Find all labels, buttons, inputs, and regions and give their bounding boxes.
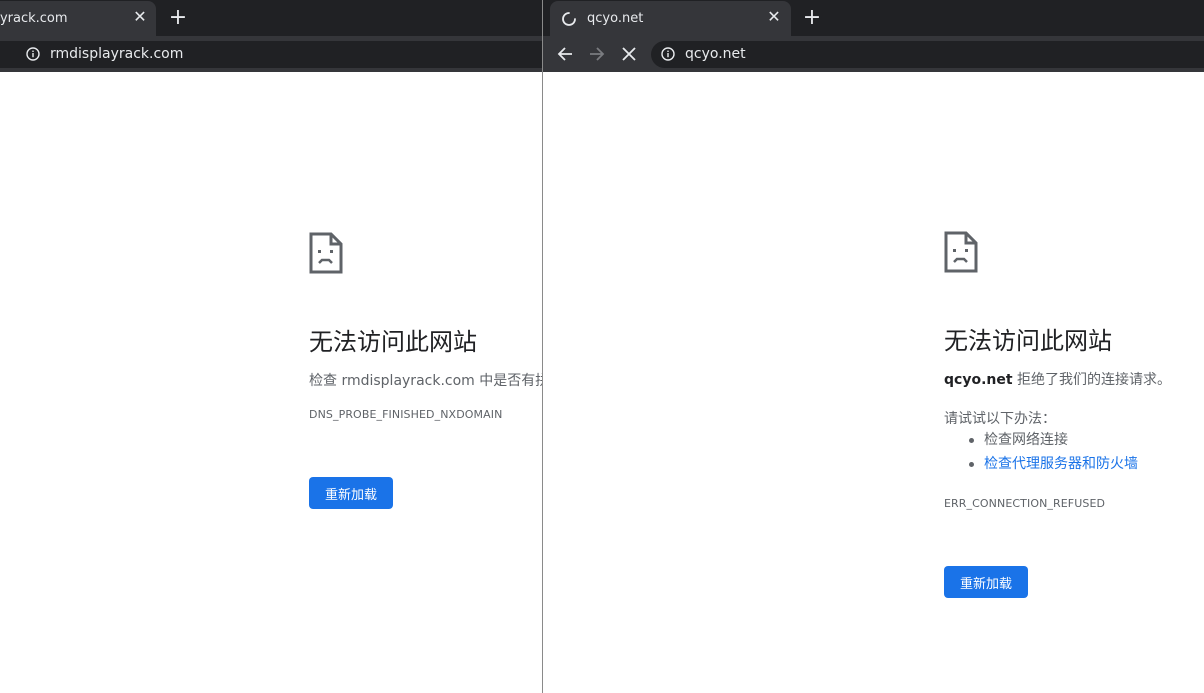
tab-qcyo[interactable]: qcyo.net ✕	[550, 1, 791, 36]
error-description: qcyo.net 拒绝了我们的连接请求。	[944, 369, 1171, 389]
right-browser-window: qcyo.net ✕ + qcyo.net 无法访问此网站 qcyo.net 拒…	[543, 0, 1204, 693]
info-icon[interactable]	[661, 47, 675, 61]
url-text: qcyo.net	[685, 46, 746, 62]
error-host: qcyo.net	[944, 372, 1013, 388]
error-message: 拒绝了我们的连接请求。	[1012, 372, 1171, 388]
stop-button[interactable]	[617, 42, 641, 66]
suggestion-check-network: 检查网络连接	[984, 432, 1068, 448]
list-item: 检查网络连接	[944, 428, 1138, 452]
sad-page-icon	[309, 232, 343, 274]
suggestions-list: 检查网络连接 检查代理服务器和防火墙	[944, 428, 1138, 476]
error-heading: 无法访问此网站	[309, 328, 477, 356]
new-tab-icon[interactable]: +	[801, 7, 823, 29]
url-text: rmdisplayrack.com	[50, 46, 184, 62]
list-item[interactable]: 检查代理服务器和防火墙	[944, 452, 1138, 476]
reload-button[interactable]: 重新加载	[944, 566, 1028, 598]
error-code: ERR_CONNECTION_REFUSED	[944, 497, 1106, 510]
close-icon[interactable]: ✕	[765, 8, 783, 26]
suggestions-title: 请试试以下办法：	[944, 411, 1056, 427]
reload-button[interactable]: 重新加载	[309, 477, 393, 509]
sad-page-icon	[944, 231, 978, 273]
back-button[interactable]	[553, 42, 577, 66]
loading-spinner-icon	[562, 12, 576, 26]
toolbar: rmdisplayrack.com	[0, 36, 542, 72]
toolbar: qcyo.net	[543, 36, 1204, 72]
tab-strip: qcyo.net ✕ +	[543, 0, 1204, 36]
address-bar[interactable]: rmdisplayrack.com	[0, 41, 542, 68]
error-description: 检查 rmdisplayrack.com 中是否有拼	[309, 373, 542, 389]
suggestion-check-proxy-link[interactable]: 检查代理服务器和防火墙	[984, 456, 1138, 472]
error-code: DNS_PROBE_FINISHED_NXDOMAIN	[309, 408, 503, 421]
address-bar[interactable]: qcyo.net	[651, 41, 1204, 68]
page-content: 无法访问此网站 检查 rmdisplayrack.com 中是否有拼 DNS_P…	[0, 72, 542, 693]
forward-arrow-icon	[590, 47, 605, 61]
page-content: 无法访问此网站 qcyo.net 拒绝了我们的连接请求。 请试试以下办法： 检查…	[543, 72, 1204, 693]
back-arrow-icon	[557, 47, 572, 61]
info-icon[interactable]	[26, 47, 40, 61]
forward-button[interactable]	[585, 42, 609, 66]
left-browser-window: ayrack.com ✕ + rmdisplayrack.com 无法访问此网站	[0, 0, 542, 693]
new-tab-icon[interactable]: +	[167, 7, 189, 29]
tab-rmdisplayrack[interactable]: ayrack.com ✕	[0, 1, 156, 36]
tab-title: qcyo.net	[587, 11, 644, 26]
stop-loading-icon	[622, 47, 636, 61]
tab-title: ayrack.com	[0, 11, 68, 26]
tab-strip: ayrack.com ✕ +	[0, 0, 542, 36]
close-icon[interactable]: ✕	[131, 8, 149, 26]
error-heading: 无法访问此网站	[944, 327, 1112, 355]
